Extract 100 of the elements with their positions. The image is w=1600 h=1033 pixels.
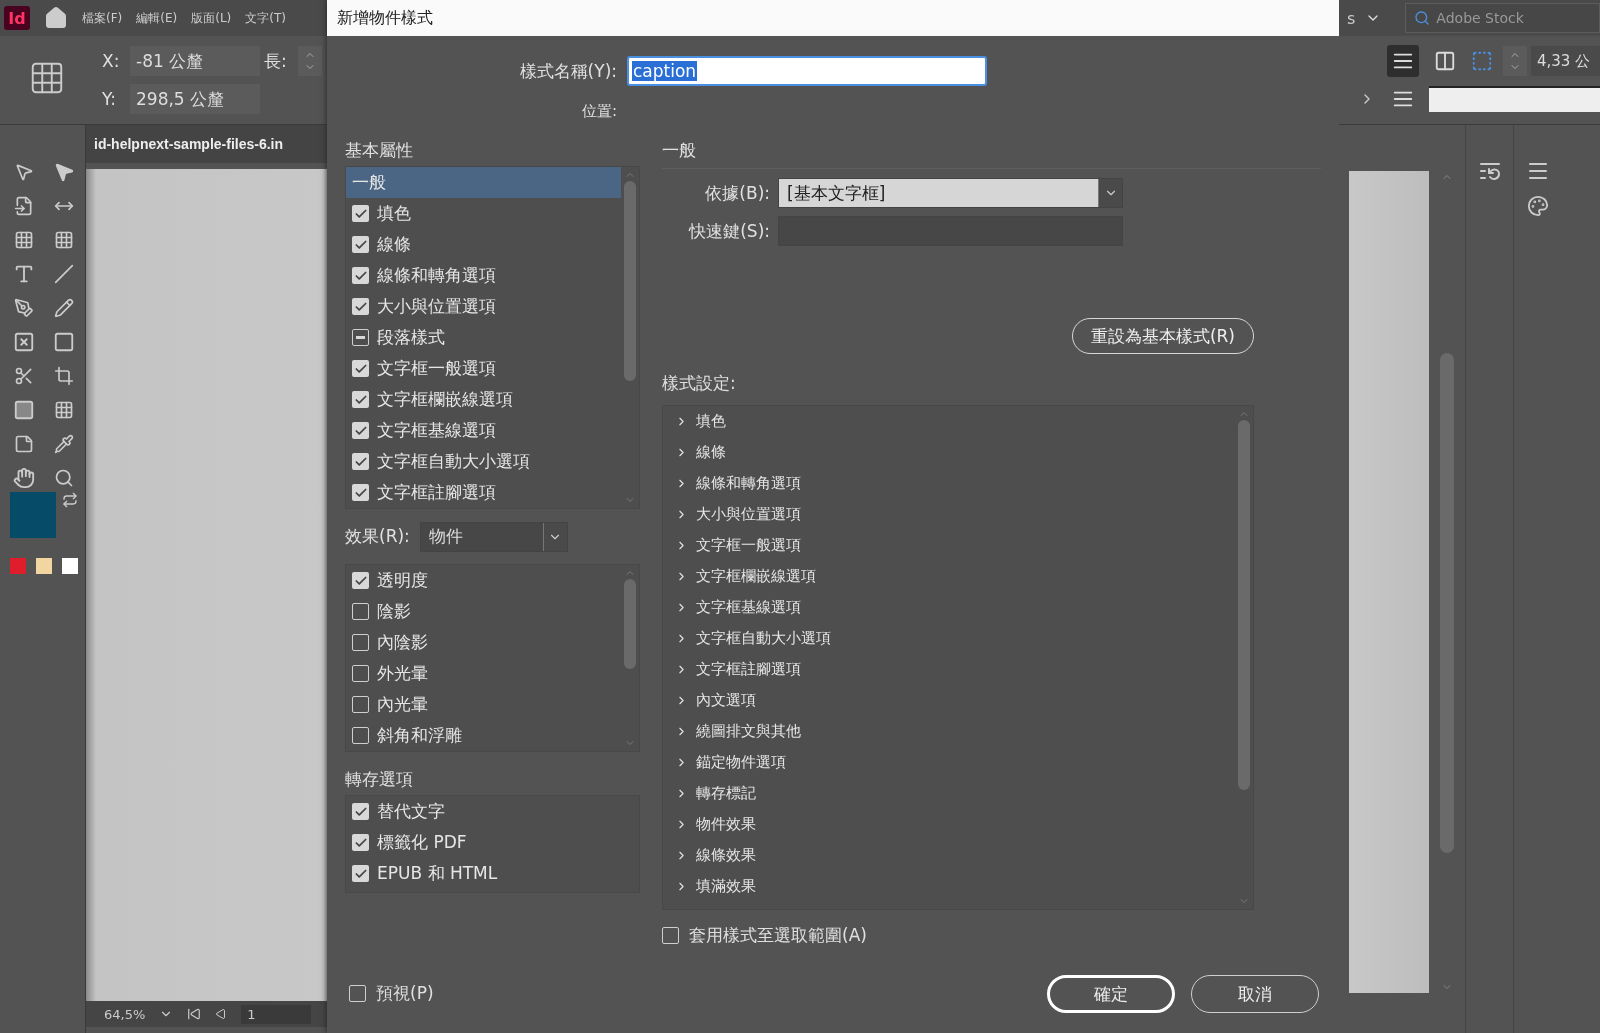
page-icon[interactable]: [14, 196, 34, 216]
zoom-level[interactable]: 64,5%: [104, 1006, 146, 1022]
color-swatch[interactable]: [10, 558, 26, 574]
reset-button[interactable]: 重設為基本樣式(R): [1071, 318, 1254, 354]
tree-item[interactable]: 繞圖排文與其他: [663, 716, 1235, 747]
tree-item[interactable]: 線條和轉角選項: [663, 468, 1235, 499]
crop-icon[interactable]: [54, 366, 74, 386]
pointer-icon[interactable]: [14, 162, 34, 182]
checkbox[interactable]: [352, 360, 369, 377]
style-name-label: 樣式名稱(Y):: [518, 59, 617, 83]
x-field[interactable]: -81 公釐: [130, 46, 260, 76]
tree-item[interactable]: 大小與位置選項: [663, 499, 1235, 530]
previous-page-icon[interactable]: [215, 1008, 228, 1020]
line-icon[interactable]: [54, 264, 74, 284]
fill-swatch[interactable]: [10, 492, 56, 538]
checkbox[interactable]: [352, 329, 369, 346]
effects-dropdown[interactable]: 物件: [419, 521, 568, 552]
category-item[interactable]: 大小與位置選項: [346, 291, 621, 322]
grid-icon[interactable]: [14, 230, 34, 250]
grid-icon[interactable]: [54, 400, 74, 420]
checkbox[interactable]: [352, 391, 369, 408]
checkbox[interactable]: [352, 803, 369, 820]
stroke-type-field[interactable]: [1429, 86, 1600, 112]
tree-item[interactable]: 線條: [663, 437, 1235, 468]
workspace-menu[interactable]: s: [1347, 8, 1356, 28]
palette-icon[interactable]: [1526, 195, 1549, 217]
category-item[interactable]: 填色: [346, 198, 621, 229]
menu-item[interactable]: 版面(L): [191, 9, 232, 27]
length-label: 長:: [264, 49, 288, 73]
checkbox[interactable]: [352, 603, 369, 620]
page-field[interactable]: 1: [241, 1004, 312, 1024]
menu-item[interactable]: 編輯(E): [136, 9, 178, 27]
y-field[interactable]: 298,5 公釐: [130, 84, 260, 114]
tree-item[interactable]: 內文選項: [663, 685, 1235, 716]
note-icon[interactable]: [14, 434, 34, 454]
tree-item[interactable]: 轉存標記: [663, 778, 1235, 809]
option-label: 外光暈: [377, 662, 428, 685]
tree-item[interactable]: 線條效果: [663, 840, 1235, 871]
y-label: Y:: [102, 89, 117, 109]
zoom-icon[interactable]: [54, 468, 74, 488]
checkbox[interactable]: [352, 267, 369, 284]
effects-label: 效果(R):: [345, 525, 410, 548]
home-icon[interactable]: [44, 6, 68, 30]
category-item[interactable]: 文字框基線選項: [346, 415, 621, 446]
swap-icon[interactable]: [62, 492, 78, 508]
checkbox[interactable]: [352, 453, 369, 470]
checkbox[interactable]: [352, 484, 369, 501]
stroke-weight-field[interactable]: 4,33 公: [1531, 46, 1600, 76]
checkbox[interactable]: [352, 665, 369, 682]
checkbox[interactable]: [352, 236, 369, 253]
pencil-icon[interactable]: [54, 298, 74, 318]
rectangle-icon[interactable]: [53, 331, 75, 353]
eyedropper-icon[interactable]: [54, 434, 74, 454]
category-item[interactable]: 文字框欄嵌線選項: [346, 384, 621, 415]
tree-item[interactable]: 文字框欄嵌線選項: [663, 561, 1235, 592]
category-item[interactable]: 文字框自動大小選項: [346, 446, 621, 477]
checkbox[interactable]: [662, 927, 679, 944]
checkbox[interactable]: [349, 985, 366, 1002]
ok-button[interactable]: 確定: [1047, 975, 1175, 1013]
checkbox[interactable]: [352, 865, 369, 882]
checkbox[interactable]: [352, 834, 369, 851]
tree-item[interactable]: 文字框一般選項: [663, 530, 1235, 561]
square-icon[interactable]: [13, 399, 35, 421]
checkbox[interactable]: [352, 572, 369, 589]
category-item[interactable]: 線條: [346, 229, 621, 260]
checkbox[interactable]: [352, 634, 369, 651]
tree-item[interactable]: 錨定物件選項: [663, 747, 1235, 778]
option-label: 標籤化 PDF: [377, 831, 467, 854]
menu-item[interactable]: 文字(T): [245, 9, 286, 27]
tree-item[interactable]: 文字框自動大小選項: [663, 623, 1235, 654]
search-icon[interactable]: [1414, 10, 1431, 26]
first-page-icon[interactable]: [187, 1007, 202, 1021]
tree-item[interactable]: 填滿效果: [663, 871, 1235, 902]
option-label: EPUB 和 HTML: [377, 862, 498, 885]
tree-item[interactable]: 文字框基線選項: [663, 592, 1235, 623]
tree-item[interactable]: 文字框註腳選項: [663, 654, 1235, 685]
scissors-icon[interactable]: [14, 366, 34, 386]
category-item[interactable]: 文字框註腳選項: [346, 477, 621, 508]
checkbox[interactable]: [352, 205, 369, 222]
pointer-icon[interactable]: [53, 161, 75, 183]
checkbox[interactable]: [352, 727, 369, 744]
pen-icon[interactable]: [14, 298, 34, 318]
category-item[interactable]: 文字框一般選項: [346, 353, 621, 384]
app-logo[interactable]: Id: [4, 6, 30, 30]
tree-item[interactable]: 填色: [663, 406, 1235, 437]
based-on-dropdown[interactable]: [基本文字框]: [778, 178, 1123, 208]
shortcut-label: 快速鍵(S):: [687, 219, 770, 243]
grid-icon[interactable]: [54, 230, 74, 250]
frame-icon[interactable]: [13, 331, 35, 353]
category-item[interactable]: 線條和轉角選項: [346, 260, 621, 291]
checkbox[interactable]: [352, 422, 369, 439]
checkbox[interactable]: [352, 696, 369, 713]
style-name-field[interactable]: caption: [627, 56, 987, 86]
type-icon[interactable]: [13, 263, 35, 285]
category-item[interactable]: 段落樣式: [346, 322, 621, 353]
menu-item[interactable]: 檔案(F): [82, 9, 123, 27]
hand-icon[interactable]: [13, 467, 35, 489]
checkbox[interactable]: [352, 298, 369, 315]
category-item[interactable]: 一般: [346, 167, 621, 198]
tree-item[interactable]: 物件效果: [663, 809, 1235, 840]
